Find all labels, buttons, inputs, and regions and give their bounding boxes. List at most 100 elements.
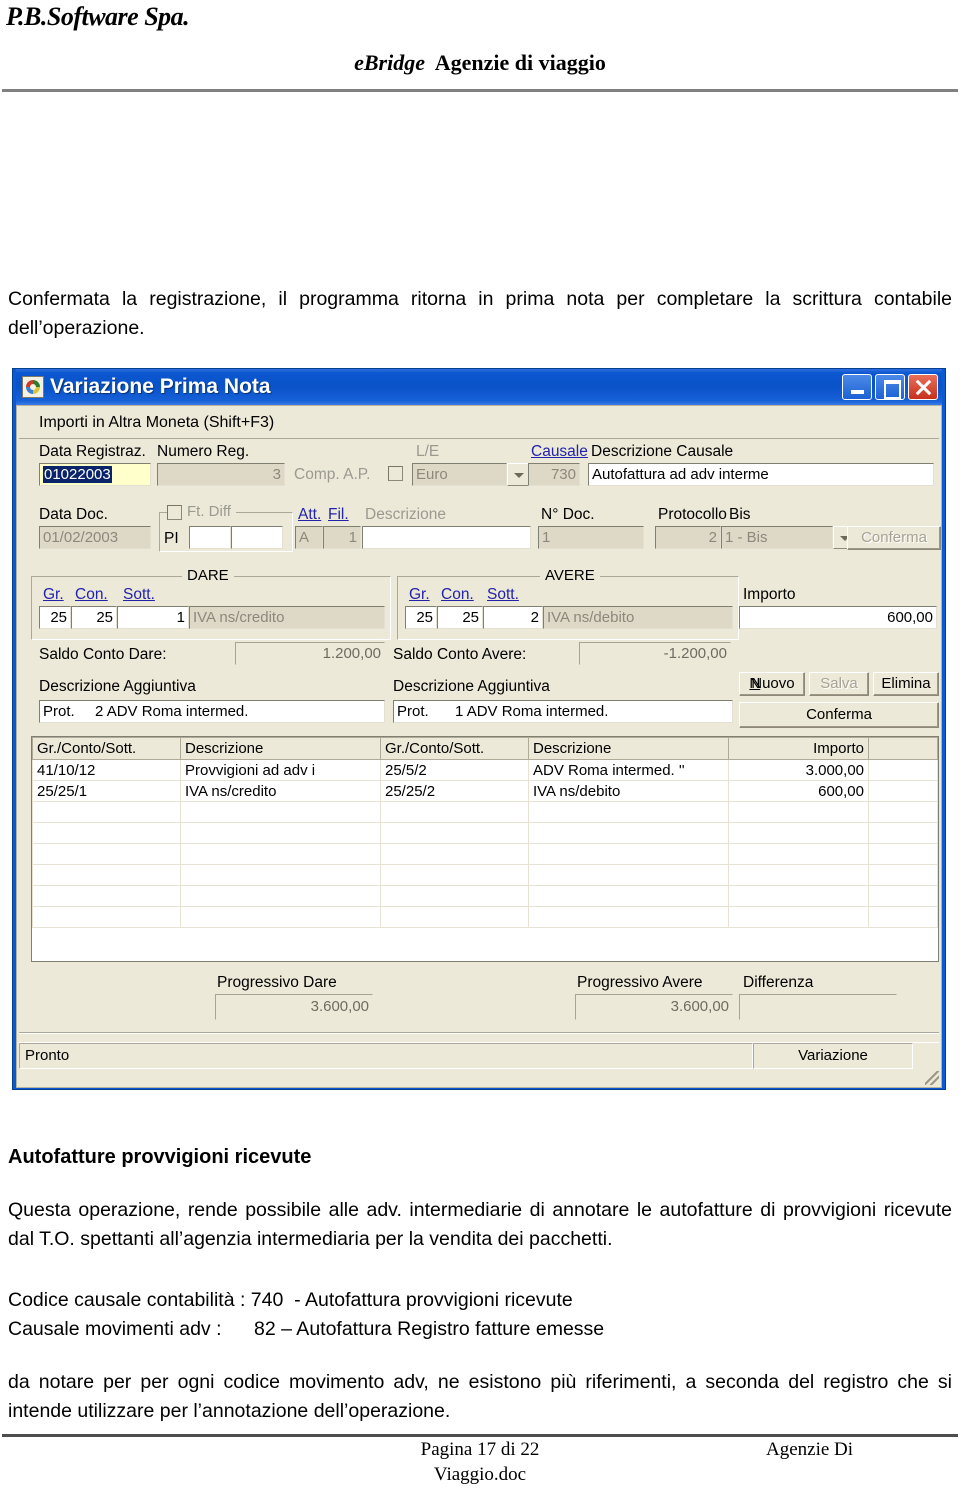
col-header-2[interactable]: Gr./Conto/Sott. xyxy=(380,737,529,760)
statusbar-left: Pronto xyxy=(19,1043,753,1069)
movimenti-grid[interactable]: Gr./Conto/Sott. Descrizione Gr./Conto/So… xyxy=(31,736,939,962)
dare-group-title: DARE xyxy=(182,567,234,584)
ft-diff-label: Ft. Diff xyxy=(182,503,236,520)
altra-moneta-hint: Importi in Altra Moneta (Shift+F3) xyxy=(39,414,275,431)
descrizione-causale-input[interactable]: Autofattura ad adv interme xyxy=(588,463,934,486)
document-header: P.B.Software Spa. eBridge Agenzie di via… xyxy=(0,0,960,100)
numero-reg-label: Numero Reg. xyxy=(157,443,250,460)
product-name: eBridge xyxy=(354,50,425,75)
data-doc-label: Data Doc. xyxy=(39,506,108,523)
table-row-empty[interactable] xyxy=(32,885,938,907)
window-client-area: Importi in Altra Moneta (Shift+F3) Data … xyxy=(16,405,942,1088)
dare-sott-input[interactable]: 1 xyxy=(117,606,189,629)
data-registraz-label: Data Registraz. xyxy=(39,443,146,460)
resize-grip-icon[interactable] xyxy=(925,1071,939,1085)
maximize-icon[interactable] xyxy=(875,374,905,400)
cell-descrizione-2: IVA ns/debito xyxy=(528,780,729,802)
conferma-button[interactable]: Conferma xyxy=(739,702,939,728)
comp-ap-label: Comp. A.P. xyxy=(294,466,371,483)
data-registraz-value: 01022003 xyxy=(43,466,112,483)
section-heading: Autofatture provvigioni ricevute xyxy=(8,1146,312,1168)
conferma-protocollo-button[interactable]: Conferma xyxy=(847,526,941,550)
elimina-button[interactable]: Elimina xyxy=(873,672,939,696)
footer-doc-name: Agenzie Di xyxy=(766,1439,854,1460)
fil-input[interactable]: 1 xyxy=(323,526,361,549)
table-row-empty[interactable] xyxy=(32,864,938,886)
table-row-empty[interactable] xyxy=(32,801,938,823)
pi-input-1[interactable] xyxy=(189,526,231,549)
att-input[interactable]: A xyxy=(295,526,323,549)
toolbar-divider xyxy=(19,438,939,439)
table-row[interactable]: 25/25/1 IVA ns/credito 25/25/2 IVA ns/de… xyxy=(32,780,938,802)
bis-combobox[interactable]: 1 - Bis xyxy=(721,526,855,549)
att-label[interactable]: Att. xyxy=(298,506,321,524)
importo-input[interactable]: 600,00 xyxy=(739,606,937,629)
pi-label: PI xyxy=(164,530,179,547)
company-name: P.B.Software Spa. xyxy=(6,2,190,31)
fil-label[interactable]: Fil. xyxy=(328,506,349,524)
col-header-5[interactable] xyxy=(868,737,938,760)
comp-ap-checkbox[interactable] xyxy=(388,466,403,481)
avere-con-label[interactable]: Con. xyxy=(441,586,474,604)
descrizione-aggiuntiva-left-label: Descrizione Aggiuntiva xyxy=(39,678,196,695)
n-doc-input[interactable]: 1 xyxy=(538,526,644,549)
protocollo-input[interactable]: 2 xyxy=(655,526,721,549)
avere-gr-input[interactable]: 25 xyxy=(405,606,437,629)
protocollo-label: Protocollo xyxy=(658,506,727,523)
differenza-label: Differenza xyxy=(743,974,814,991)
saldo-dare-value: 1.200,00 xyxy=(235,642,385,665)
avere-gr-label[interactable]: Gr. xyxy=(409,586,430,604)
descrizione-aggiuntiva-left-input[interactable]: Prot. 2 ADV Roma intermed. xyxy=(39,700,385,723)
dare-gr-input[interactable]: 25 xyxy=(39,606,71,629)
causale-movimenti-line: Causale movimenti adv : 82 – Autofattura… xyxy=(8,1318,605,1340)
descrizione-aggiuntiva-right-input[interactable]: Prot. 1 ADV Roma intermed. xyxy=(393,700,733,723)
closing-paragraph: da notare per per ogni codice movimento … xyxy=(8,1371,952,1422)
table-header-row: Gr./Conto/Sott. Descrizione Gr./Conto/So… xyxy=(32,737,938,760)
pi-input-2[interactable] xyxy=(231,526,283,549)
le-combobox[interactable]: Euro xyxy=(412,463,529,486)
le-label: L/E xyxy=(416,443,440,460)
header-divider xyxy=(2,89,958,92)
progressivo-dare-label: Progressivo Dare xyxy=(217,974,337,991)
statusbar-divider xyxy=(19,1032,939,1034)
data-doc-input[interactable]: 01/02/2003 xyxy=(39,526,151,549)
dare-con-input[interactable]: 25 xyxy=(71,606,117,629)
col-header-0[interactable]: Gr./Conto/Sott. xyxy=(32,737,181,760)
minimize-icon[interactable] xyxy=(842,374,872,400)
cell-conto: 41/10/12 xyxy=(32,759,181,781)
nuovo-button[interactable]: NNuovo xyxy=(739,672,805,696)
ft-diff-checkbox[interactable] xyxy=(167,505,182,520)
table-row[interactable]: 41/10/12 Provvigioni ad adv i 25/5/2 ADV… xyxy=(32,759,938,781)
numero-reg-input[interactable]: 3 xyxy=(157,463,285,486)
descrizione-input[interactable] xyxy=(362,526,531,549)
avere-sott-input[interactable]: 2 xyxy=(483,606,543,629)
col-header-1[interactable]: Descrizione xyxy=(180,737,381,760)
cell-importo: 600,00 xyxy=(728,780,869,802)
dare-sott-label[interactable]: Sott. xyxy=(123,586,155,604)
avere-con-input[interactable]: 25 xyxy=(437,606,483,629)
table-row-empty[interactable] xyxy=(32,843,938,865)
col-header-4[interactable]: Importo xyxy=(728,737,869,760)
prot-left-value: 2 ADV Roma intermed. xyxy=(95,703,249,720)
causale-label[interactable]: Causale xyxy=(531,443,588,461)
col-header-3[interactable]: Descrizione xyxy=(528,737,729,760)
n-doc-label: N° Doc. xyxy=(541,506,595,523)
dare-con-label[interactable]: Con. xyxy=(75,586,108,604)
close-icon[interactable] xyxy=(908,374,938,400)
salva-button[interactable]: Salva xyxy=(809,672,869,696)
cell-descrizione: Provvigioni ad adv i xyxy=(180,759,381,781)
cell-importo: 3.000,00 xyxy=(728,759,869,781)
table-row-empty[interactable] xyxy=(32,822,938,844)
table-row-empty[interactable] xyxy=(32,906,938,928)
variazione-prima-nota-window: Variazione Prima Nota Importi in Altra M… xyxy=(12,368,946,1090)
codice-causale-line: Codice causale contabilità : 740 - Autof… xyxy=(8,1289,573,1311)
movimenti-table: Gr./Conto/Sott. Descrizione Gr./Conto/So… xyxy=(32,737,938,928)
window-controls xyxy=(842,374,938,400)
dare-gr-label[interactable]: Gr. xyxy=(43,586,64,604)
dare-descrizione: IVA ns/credito xyxy=(189,606,385,629)
data-registraz-input[interactable]: 01022003 xyxy=(39,463,151,486)
causale-input[interactable]: 730 xyxy=(528,463,580,486)
importo-label: Importo xyxy=(743,586,796,603)
avere-sott-label[interactable]: Sott. xyxy=(487,586,519,604)
chevron-down-icon[interactable] xyxy=(507,463,529,486)
